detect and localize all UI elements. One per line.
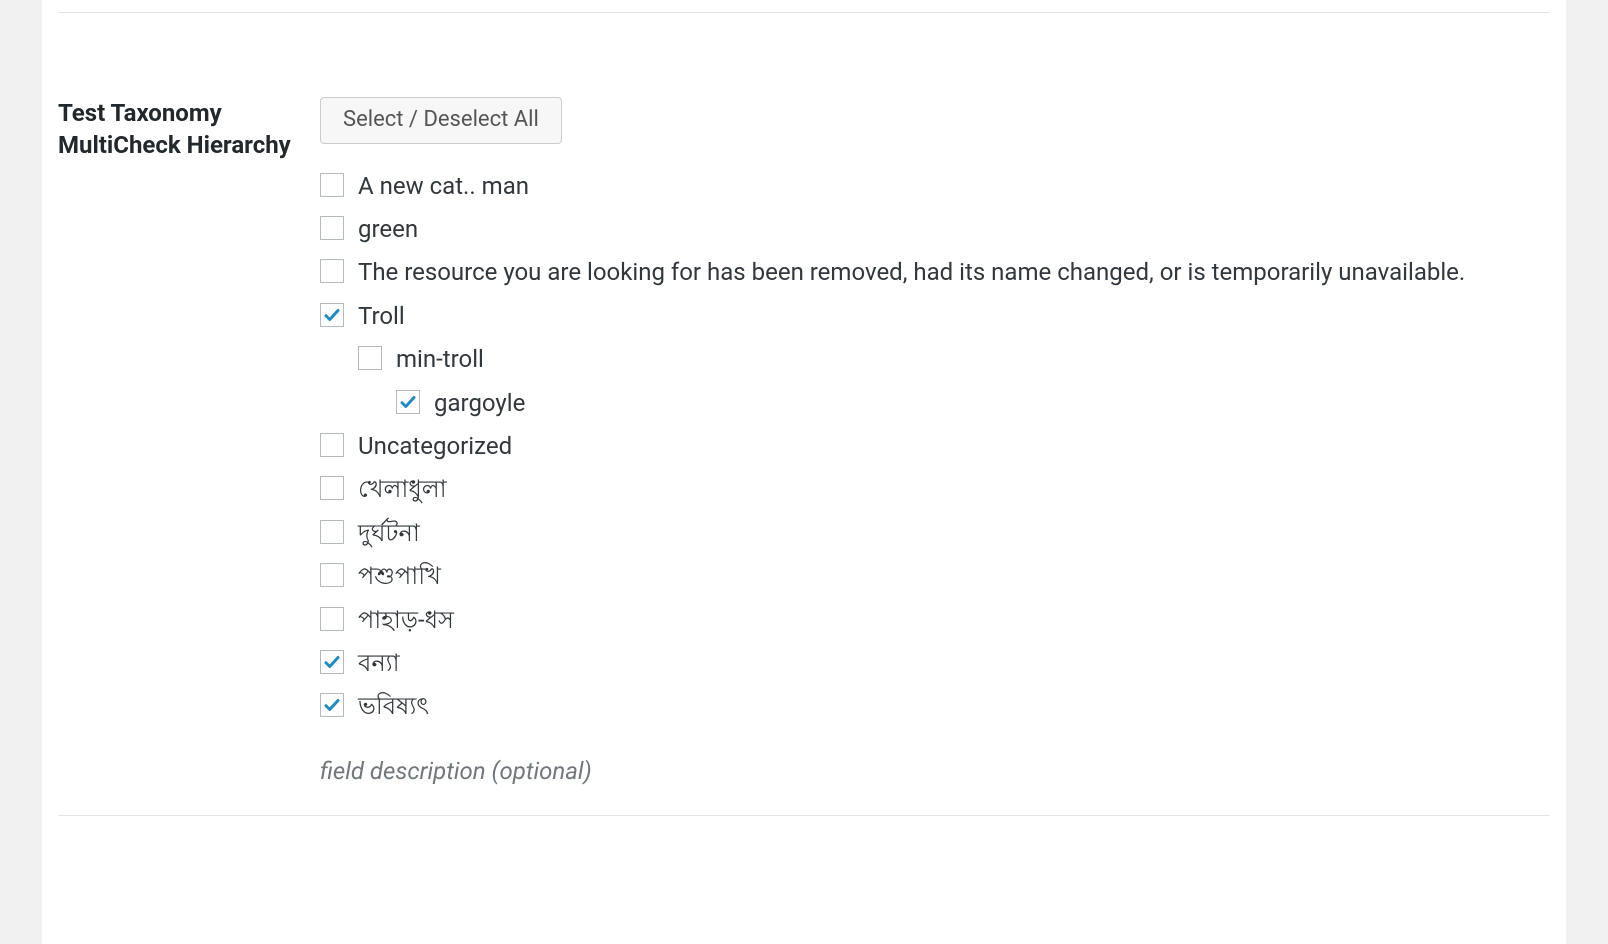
option-item: বন্যা bbox=[320, 647, 1490, 679]
option-label[interactable]: ভবিষ্যৎ bbox=[358, 690, 1490, 722]
option-checkbox[interactable] bbox=[320, 433, 344, 457]
option-checkbox[interactable] bbox=[320, 607, 344, 631]
option-label[interactable]: পশুপাখি bbox=[358, 560, 1490, 592]
option-label[interactable]: Uncategorized bbox=[358, 430, 1490, 462]
option-label[interactable]: A new cat.. man bbox=[358, 170, 1490, 202]
divider-bottom bbox=[58, 815, 1550, 816]
option-label[interactable]: gargoyle bbox=[434, 387, 1490, 419]
option-item: দুর্ঘটনা bbox=[320, 517, 1490, 549]
option-checkbox[interactable] bbox=[320, 563, 344, 587]
option-item: A new cat.. man bbox=[320, 170, 1490, 202]
option-checkbox[interactable] bbox=[320, 173, 344, 197]
field-label: Test Taxonomy MultiCheck Hierarchy bbox=[58, 97, 320, 785]
divider-top bbox=[58, 12, 1550, 13]
option-checkbox[interactable] bbox=[320, 520, 344, 544]
option-label[interactable]: দুর্ঘটনা bbox=[358, 517, 1490, 549]
option-label[interactable]: বন্যা bbox=[358, 647, 1490, 679]
option-item: পশুপাখি bbox=[320, 560, 1490, 592]
option-checkbox[interactable] bbox=[320, 259, 344, 283]
field-description: field description (optional) bbox=[320, 757, 1490, 785]
option-checkbox[interactable] bbox=[320, 303, 344, 327]
option-label[interactable]: পাহাড়-ধস bbox=[358, 604, 1490, 636]
option-label[interactable]: min-troll bbox=[396, 343, 1490, 375]
option-item: খেলাধুলা bbox=[320, 473, 1490, 505]
option-item: Uncategorized bbox=[320, 430, 1490, 462]
option-label[interactable]: green bbox=[358, 213, 1490, 245]
option-label[interactable]: খেলাধুলা bbox=[358, 473, 1490, 505]
option-checkbox[interactable] bbox=[396, 390, 420, 414]
field-content: Select / Deselect All A new cat.. man gre… bbox=[320, 97, 1550, 785]
option-item: Troll bbox=[320, 300, 1490, 332]
option-checkbox[interactable] bbox=[320, 476, 344, 500]
option-checkbox[interactable] bbox=[320, 216, 344, 240]
option-label[interactable]: Troll bbox=[358, 300, 1490, 332]
select-deselect-all-button[interactable]: Select / Deselect All bbox=[320, 97, 562, 144]
option-item: The resource you are looking for has bee… bbox=[320, 256, 1490, 288]
option-checkbox[interactable] bbox=[320, 693, 344, 717]
option-item: gargoyle bbox=[396, 387, 1490, 419]
settings-panel: Test Taxonomy MultiCheck Hierarchy Selec… bbox=[42, 0, 1566, 944]
option-checkbox[interactable] bbox=[358, 346, 382, 370]
option-checkbox[interactable] bbox=[320, 650, 344, 674]
taxonomy-multicheck-field: Test Taxonomy MultiCheck Hierarchy Selec… bbox=[42, 1, 1566, 785]
options-list: A new cat.. man green The resource you are… bbox=[320, 170, 1490, 723]
option-item: min-troll bbox=[358, 343, 1490, 375]
option-item: ভবিষ্যৎ bbox=[320, 690, 1490, 722]
option-item: green bbox=[320, 213, 1490, 245]
option-label[interactable]: The resource you are looking for has bee… bbox=[358, 256, 1490, 288]
option-item: পাহাড়-ধস bbox=[320, 604, 1490, 636]
